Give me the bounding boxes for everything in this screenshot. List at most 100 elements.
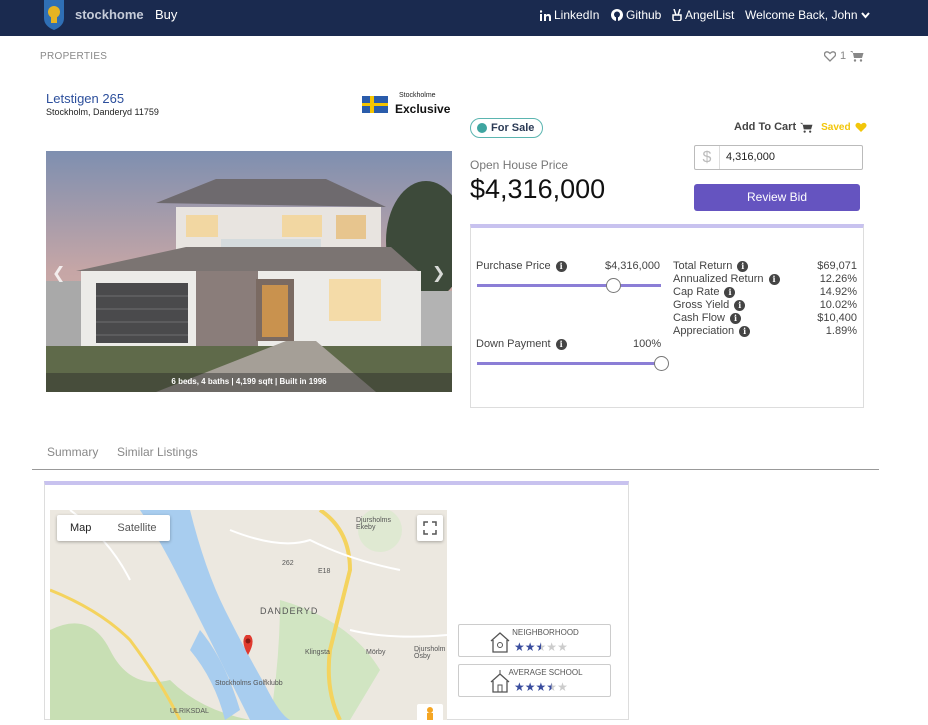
metric-label: Gross Yield [673, 299, 730, 311]
info-icon[interactable]: i [737, 260, 749, 272]
down-payment-value: 100% [633, 338, 662, 350]
brand-logo-icon[interactable] [42, 0, 66, 30]
listing-address: Letstigen 265 [46, 91, 125, 106]
chevron-down-icon [860, 11, 870, 19]
metric-label: Total Return [673, 260, 733, 272]
tabs-divider [32, 469, 879, 470]
bid-amount-value[interactable]: 4,316,000 [720, 146, 775, 169]
linkedin-icon [540, 9, 551, 21]
metric-total-return: Total Return i [673, 260, 749, 272]
metric-value: 12.26% [819, 273, 857, 285]
carousel-next-arrow-icon[interactable]: ❯ [432, 263, 445, 283]
angellist-link[interactable]: AngelList [672, 8, 734, 22]
info-icon[interactable]: i [729, 312, 741, 324]
map-type-toggle: Map Satellite [57, 515, 170, 541]
map-label-ulriksdal: ULRIKSDAL [170, 708, 209, 715]
house-photo [46, 151, 452, 392]
star-icon: ★ [524, 680, 536, 694]
review-bid-button[interactable]: Review Bid [694, 184, 860, 211]
down-payment-slider-handle[interactable] [653, 356, 669, 371]
map-label-morby: Mörby [366, 649, 386, 656]
map-label-golfklubb: Stockholms Golfklubb [215, 680, 283, 687]
heart-outline-icon[interactable] [824, 50, 836, 62]
down-payment-label-row: Down Payment i [476, 338, 567, 350]
tab-similar-listings[interactable]: Similar Listings [117, 445, 198, 459]
info-icon[interactable]: i [768, 273, 780, 285]
bid-amount-input[interactable]: $ 4,316,000 [694, 145, 863, 170]
brand-name[interactable]: stockhome [75, 7, 144, 22]
metric-gross-yield: Gross Yield i [673, 299, 746, 311]
status-badge: For Sale [470, 118, 544, 138]
swedish-flag-icon [362, 96, 388, 113]
star-icon: ★ [514, 640, 525, 654]
github-icon [611, 9, 623, 21]
down-payment-slider[interactable] [477, 362, 661, 365]
linkedin-link[interactable]: LinkedIn [540, 8, 599, 22]
metric-cash-flow: Cash Flow i [673, 312, 741, 324]
metric-annualized-return: Annualized Return i [673, 273, 780, 285]
add-to-cart-row: Add To Cart Saved [734, 121, 867, 133]
star-icon: ★ [524, 640, 536, 654]
photo-caption: 6 beds, 4 baths | 4,199 sqft | Built in … [171, 377, 327, 386]
metric-label: Appreciation [673, 325, 735, 337]
open-house-price-label: Open House Price [470, 158, 569, 172]
heart-icon[interactable] [855, 122, 867, 133]
purchase-price-slider[interactable] [477, 284, 661, 287]
metric-value: $69,071 [817, 260, 857, 272]
pegman-icon [427, 707, 433, 720]
saved-and-cart: 1 [824, 50, 864, 62]
metric-cap-rate: Cap Rate i [673, 286, 736, 298]
nav-buy-link[interactable]: Buy [155, 7, 177, 22]
rating-title: NEIGHBORHOOD [512, 628, 579, 637]
github-label: Github [626, 8, 662, 22]
info-icon[interactable]: i [555, 260, 567, 272]
status-text: For Sale [491, 122, 535, 134]
linkedin-label: LinkedIn [554, 8, 600, 22]
status-dot-icon [477, 123, 487, 133]
star-icon: ★ [535, 640, 547, 654]
listing-photo-carousel[interactable]: ❮ ❯ 6 beds, 4 baths | 4,199 sqft | Built… [46, 151, 452, 392]
tab-summary[interactable]: Summary [47, 445, 98, 459]
star-icon: ★ [557, 640, 568, 654]
metric-label: Annualized Return [673, 273, 764, 285]
saved-label[interactable]: Saved [821, 122, 850, 133]
metric-appreciation: Appreciation i [673, 325, 751, 337]
fullscreen-button[interactable] [417, 515, 443, 541]
metric-label: Cash Flow [673, 312, 725, 324]
cart-icon[interactable] [850, 50, 864, 62]
carousel-prev-arrow-icon[interactable]: ❮ [52, 263, 65, 283]
location-map[interactable]: DANDERYD Djursholms Ekeby Klingsta Mörby… [50, 510, 447, 720]
user-menu-dropdown[interactable]: Welcome Back, John [745, 8, 870, 22]
metric-value: 10.02% [819, 299, 857, 311]
star-icon: ★ [546, 640, 558, 654]
map-tiles [50, 510, 447, 720]
cart-icon[interactable] [800, 122, 813, 133]
metric-value: $10,400 [817, 312, 857, 324]
metric-value: 14.92% [819, 286, 857, 298]
open-house-price: $4,316,000 [470, 174, 606, 204]
star-icon: ★ [546, 680, 558, 694]
info-icon[interactable]: i [734, 299, 746, 311]
exclusive-label: Exclusive [395, 102, 451, 116]
info-icon[interactable]: i [739, 325, 751, 337]
star-icon: ★ [535, 680, 547, 694]
github-link[interactable]: Github [611, 8, 661, 22]
fullscreen-icon [423, 521, 437, 535]
purchase-price-slider-handle[interactable] [605, 278, 621, 293]
top-navbar: stockhome Buy LinkedIn Github AngelList … [0, 0, 928, 36]
star-icon: ★ [557, 680, 568, 694]
add-to-cart-button[interactable]: Add To Cart [734, 121, 796, 133]
saved-count: 1 [840, 50, 847, 62]
map-view-button[interactable]: Map [57, 515, 104, 541]
metric-label: Cap Rate [673, 286, 720, 298]
street-view-button[interactable] [417, 704, 443, 720]
satellite-view-button[interactable]: Satellite [104, 515, 169, 541]
breadcrumb-properties[interactable]: PROPERTIES [40, 51, 107, 62]
metric-value: 1.89% [825, 325, 857, 337]
angellist-label: AngelList [685, 8, 735, 22]
info-icon[interactable]: i [724, 286, 736, 298]
dollar-icon: $ [695, 146, 720, 169]
info-icon[interactable]: i [555, 338, 567, 350]
map-label-danderyd: DANDERYD [260, 606, 319, 616]
angellist-icon [672, 9, 682, 21]
